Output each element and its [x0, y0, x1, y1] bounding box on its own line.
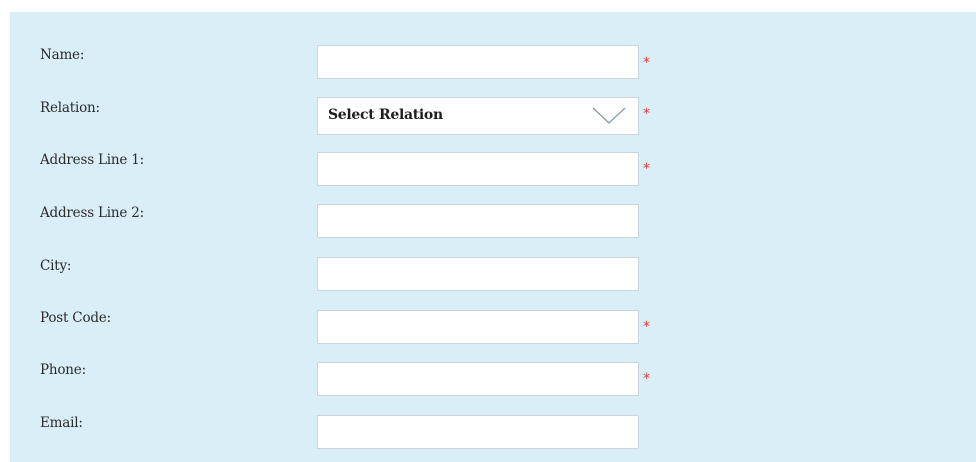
address-line-1-label: Address Line 1:	[40, 152, 145, 168]
relation-selected-value: Select Relation	[328, 107, 443, 123]
contact-form: Name: * Relation: Select Relation * Addr…	[10, 12, 976, 462]
address-line-1-input[interactable]	[317, 152, 639, 186]
name-required-marker: *	[643, 55, 650, 71]
address-line-2-input[interactable]	[317, 204, 639, 238]
address-line-2-label: Address Line 2:	[40, 205, 145, 221]
phone-input[interactable]	[317, 362, 639, 396]
post-code-label: Post Code:	[40, 310, 111, 326]
relation-label: Relation:	[40, 100, 100, 116]
relation-required-marker: *	[643, 106, 650, 122]
email-input[interactable]	[317, 415, 639, 449]
city-label: City:	[40, 258, 72, 274]
city-input[interactable]	[317, 257, 639, 291]
post-code-required-marker: *	[643, 319, 650, 335]
phone-required-marker: *	[643, 371, 650, 387]
name-input[interactable]	[317, 45, 639, 79]
email-label: Email:	[40, 415, 83, 431]
post-code-input[interactable]	[317, 310, 639, 344]
address-line-1-required-marker: *	[643, 161, 650, 177]
relation-select[interactable]: Select Relation	[317, 97, 639, 135]
chevron-down-icon[interactable]	[592, 106, 626, 126]
name-label: Name:	[40, 47, 85, 63]
phone-label: Phone:	[40, 362, 86, 378]
